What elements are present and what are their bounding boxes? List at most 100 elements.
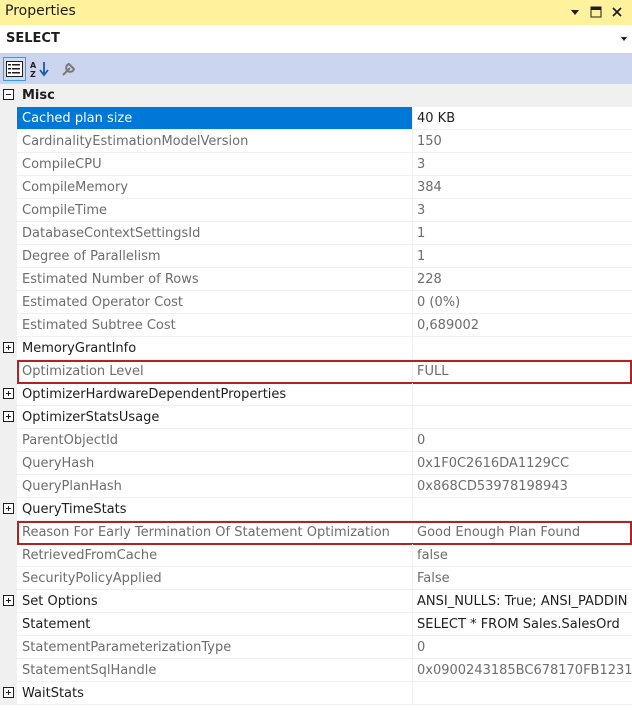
property-row[interactable]: DatabaseContextSettingsId 1 [0,222,632,245]
property-value[interactable]: 3 [413,153,632,176]
property-value[interactable]: 0 [413,429,632,452]
property-name[interactable]: QueryPlanHash [17,475,413,498]
expand-plus-icon[interactable] [3,687,14,698]
property-value[interactable]: 1 [413,245,632,268]
property-row[interactable]: ParentObjectId 0 [0,429,632,452]
property-name[interactable]: WaitStats [17,682,413,705]
property-value[interactable]: 0x1F0C2616DA1129CC [413,452,632,475]
property-value[interactable]: 0 (0%) [413,291,632,314]
dropdown-arrow-icon[interactable] [566,2,584,22]
property-row[interactable]: CompileTime 3 [0,199,632,222]
property-name[interactable]: DatabaseContextSettingsId [17,222,413,245]
property-value[interactable]: 0 [413,636,632,659]
expand-plus-icon[interactable] [3,411,14,422]
property-name[interactable]: RetrievedFromCache [17,544,413,567]
property-value[interactable]: 228 [413,268,632,291]
properties-title-bar: Properties [0,0,632,25]
property-name[interactable]: OptimizerHardwareDependentProperties [17,383,413,406]
property-name[interactable]: Estimated Subtree Cost [17,314,413,337]
property-name[interactable]: CardinalityEstimationModelVersion [17,130,413,153]
collapse-icon[interactable] [3,89,14,100]
property-name[interactable]: QueryHash [17,452,413,475]
property-name[interactable]: CompileCPU [17,153,413,176]
property-value[interactable]: FULL [413,360,632,383]
property-row[interactable]: Degree of Parallelism 1 [0,245,632,268]
property-row[interactable]: CompileMemory 384 [0,176,632,199]
property-value[interactable]: 384 [413,176,632,199]
property-name[interactable]: CompileTime [17,199,413,222]
property-row[interactable]: QueryHash 0x1F0C2616DA1129CC [0,452,632,475]
property-value[interactable]: Good Enough Plan Found [413,521,632,544]
property-name[interactable]: CompileMemory [17,176,413,199]
expand-plus-icon[interactable] [3,595,14,606]
property-name[interactable]: Set Options [17,590,413,613]
property-name[interactable]: MemoryGrantInfo [17,337,413,360]
property-name[interactable]: Optimization Level [17,360,413,383]
property-row[interactable]: QueryPlanHash 0x868CD53978198943 [0,475,632,498]
property-name[interactable]: OptimizerStatsUsage [17,406,413,429]
property-name[interactable]: ParentObjectId [17,429,413,452]
property-row[interactable]: Estimated Number of Rows 228 [0,268,632,291]
row-gutter [0,521,17,544]
property-name[interactable]: Statement [17,613,413,636]
property-row[interactable]: CompileCPU 3 [0,153,632,176]
property-name[interactable]: StatementSqlHandle [17,659,413,682]
row-gutter [0,268,17,291]
property-value[interactable]: 40 KB [413,107,632,130]
property-name[interactable]: QueryTimeStats [17,498,413,521]
property-value[interactable]: 0x868CD53978198943 [413,475,632,498]
property-row[interactable]: CardinalityEstimationModelVersion 150 [0,130,632,153]
property-value[interactable]: 0x0900243185BC678170FB12319 [413,659,632,682]
property-row[interactable]: Estimated Subtree Cost 0,689002 [0,314,632,337]
property-value[interactable] [413,337,632,360]
property-value[interactable]: ANSI_NULLS: True; ANSI_PADDIN [413,590,632,613]
expand-plus-icon[interactable] [3,388,14,399]
property-value[interactable]: 0,689002 [413,314,632,337]
property-row[interactable]: SecurityPolicyApplied False [0,567,632,590]
property-name[interactable]: SecurityPolicyApplied [17,567,413,590]
property-row[interactable]: Cached plan size 40 KB [0,107,632,130]
property-value[interactable] [413,383,632,406]
property-row[interactable]: WaitStats [0,682,632,705]
property-name[interactable]: StatementParameterizationType [17,636,413,659]
property-row[interactable]: Set Options ANSI_NULLS: True; ANSI_PADDIN [0,590,632,613]
expand-plus-icon[interactable] [3,342,14,353]
property-row[interactable]: RetrievedFromCache false [0,544,632,567]
property-name[interactable]: Cached plan size [17,107,413,130]
expand-plus-icon[interactable] [3,503,14,514]
property-value[interactable] [413,498,632,521]
object-selector-dropdown[interactable]: SELECT [0,25,632,54]
property-name[interactable]: Degree of Parallelism [17,245,413,268]
row-gutter [0,475,17,498]
maximize-icon[interactable] [587,2,605,22]
property-row[interactable]: QueryTimeStats [0,498,632,521]
property-row[interactable]: StatementSqlHandle 0x0900243185BC678170FB… [0,659,632,682]
close-icon[interactable] [608,2,626,22]
property-row[interactable]: OptimizerStatsUsage [0,406,632,429]
categorized-icon[interactable] [3,57,26,81]
property-value[interactable]: 1 [413,222,632,245]
property-value[interactable]: false [413,544,632,567]
property-row[interactable]: Reason For Early Termination Of Statemen… [0,521,632,544]
alphabetical-sort-icon[interactable]: A Z [28,57,51,81]
property-value[interactable] [413,406,632,429]
property-value[interactable]: SELECT * FROM Sales.SalesOrd [413,613,632,636]
property-row[interactable]: Estimated Operator Cost 0 (0%) [0,291,632,314]
property-row[interactable]: Optimization Level FULL [0,360,632,383]
selected-object-name: SELECT [6,31,60,46]
property-row[interactable]: StatementParameterizationType 0 [0,636,632,659]
property-value[interactable]: 150 [413,130,632,153]
category-misc[interactable]: Misc [0,84,632,107]
row-gutter [0,544,17,567]
property-row[interactable]: Statement SELECT * FROM Sales.SalesOrd [0,613,632,636]
property-row[interactable]: OptimizerHardwareDependentProperties [0,383,632,406]
property-name[interactable]: Estimated Number of Rows [17,268,413,291]
chevron-down-icon[interactable] [621,37,627,41]
property-row[interactable]: MemoryGrantInfo [0,337,632,360]
property-value[interactable]: False [413,567,632,590]
property-name[interactable]: Estimated Operator Cost [17,291,413,314]
property-value[interactable]: 3 [413,199,632,222]
property-pages-wrench-icon[interactable] [57,57,80,81]
property-value[interactable] [413,682,632,705]
property-name[interactable]: Reason For Early Termination Of Statemen… [17,521,413,544]
